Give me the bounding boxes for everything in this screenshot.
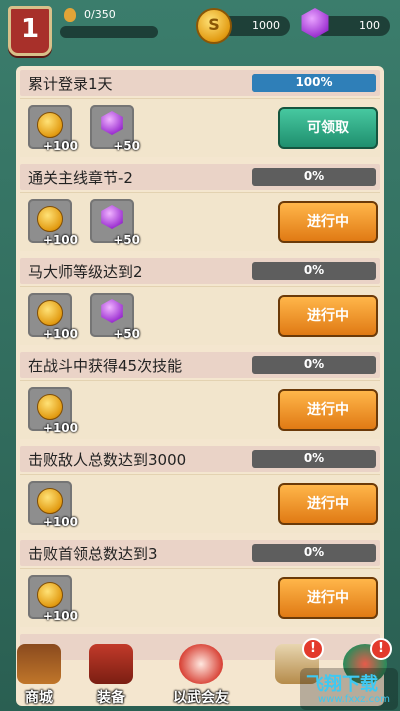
task-title: 击败敌人总数达到3000 [28,451,187,469]
xp-counter: 0/350 [84,8,116,21]
watermark: 飞翔下载 www.fxxz.com [300,668,398,710]
gem-icon [101,111,123,135]
task-progress-text: 0% [303,357,325,371]
task-header: 击败敌人总数达到3000 0% [20,446,380,472]
reward-slot[interactable]: +100 [28,293,78,341]
reward-slot[interactable]: +100 [28,575,78,623]
task-header: 在战斗中获得45次技能 0% [20,352,380,378]
in-progress-button[interactable]: 进行中 [278,483,378,525]
reward-amount: +100 [42,421,78,435]
task-body: +100 +50 可领取 [20,98,380,157]
task-body: +100 进行中 [20,474,380,533]
task-progress-text: 0% [303,263,325,277]
in-progress-button[interactable]: 进行中 [278,389,378,431]
task-progress-text: 100% [295,75,333,89]
reward-slot[interactable]: +50 [90,105,140,153]
task-card: 击败敌人总数达到3000 0% +100 进行中 [20,446,380,534]
gold-counter[interactable]: S 1000 [196,8,290,44]
task-progress-bar: 0% [252,262,376,280]
nav-label: 以武会友 [173,690,229,706]
martial-friends-icon [179,644,223,684]
nav-label: 装备 [97,690,125,706]
task-progress-bar: 0% [252,356,376,374]
claim-button[interactable]: 可领取 [278,107,378,149]
task-progress-text: 0% [303,169,325,183]
task-title: 累计登录1天 [28,75,113,93]
task-progress-bar: 0% [252,450,376,468]
coin-icon [37,582,63,608]
coin-icon [37,394,63,420]
task-body: +100 进行中 [20,380,380,439]
task-title: 通关主线章节-2 [28,169,133,187]
reward-amount: +100 [42,139,78,153]
task-title: 击败首领总数达到3 [28,545,158,563]
reward-amount: +100 [42,515,78,529]
task-header: 累计登录1天 100% [20,70,380,96]
reward-amount: +100 [42,233,78,247]
watermark-url: www.fxxz.com [318,694,390,705]
player-level-badge[interactable]: 1 [8,6,52,56]
coin-icon [37,206,63,232]
reward-amount: +50 [113,327,140,341]
notification-badge: ! [302,638,324,660]
coin-icon [37,300,63,326]
gem-icon [101,299,123,323]
reward-slot[interactable]: +100 [28,481,78,529]
equipment-icon [89,644,133,684]
gold-coin-icon: S [196,8,232,44]
task-card: 在战斗中获得45次技能 0% +100 进行中 [20,352,380,440]
notification-badge: ! [370,638,392,660]
gem-amount: 100 [359,19,380,32]
task-list-panel[interactable]: 累计登录1天 100% +100 +50 可领取 通关主线章节-2 0% +10… [16,66,384,706]
task-card: 击败首领总数达到3 0% +100 进行中 [20,540,380,628]
task-body: +100 +50 进行中 [20,286,380,345]
nav-martial-friends[interactable]: 以武会友 [166,642,236,708]
task-header: 通关主线章节-2 0% [20,164,380,190]
task-progress-bar: 0% [252,168,376,186]
watermark-logo: 飞翔下载 [306,674,378,695]
reward-amount: +50 [113,139,140,153]
task-progress-text: 0% [303,451,325,465]
xp-bag-icon [64,8,76,22]
task-header: 马大师等级达到2 0% [20,258,380,284]
reward-slot[interactable]: +100 [28,105,78,153]
task-progress-bar: 0% [252,544,376,562]
top-bar: 1 0/350 S 1000 100 [0,0,400,56]
gold-amount: 1000 [252,19,280,32]
task-body: +100 +50 进行中 [20,192,380,251]
in-progress-button[interactable]: 进行中 [278,295,378,337]
reward-slot[interactable]: +100 [28,199,78,247]
nav-shop[interactable]: 商城 [4,642,74,708]
task-title: 在战斗中获得45次技能 [28,357,183,375]
gem-icon [101,205,123,229]
nav-equipment[interactable]: 装备 [76,642,146,708]
coin-icon [37,488,63,514]
reward-amount: +50 [113,233,140,247]
coin-icon [37,112,63,138]
shop-icon [17,644,61,684]
gem-counter[interactable]: 100 [301,8,390,38]
in-progress-button[interactable]: 进行中 [278,201,378,243]
task-card: 累计登录1天 100% +100 +50 可领取 [20,70,380,158]
gem-icon [301,8,329,38]
reward-slot[interactable]: +100 [28,387,78,435]
xp-progress-bar [60,26,158,38]
task-title: 马大师等级达到2 [28,263,143,281]
task-header: 击败首领总数达到3 0% [20,540,380,566]
nav-label: 商城 [25,690,53,706]
task-progress-bar: 100% [252,74,376,92]
task-card: 马大师等级达到2 0% +100 +50 进行中 [20,258,380,346]
task-card: 通关主线章节-2 0% +100 +50 进行中 [20,164,380,252]
reward-amount: +100 [42,609,78,623]
in-progress-button[interactable]: 进行中 [278,577,378,619]
reward-amount: +100 [42,327,78,341]
task-progress-text: 0% [303,545,325,559]
task-body: +100 进行中 [20,568,380,627]
reward-slot[interactable]: +50 [90,199,140,247]
reward-slot[interactable]: +50 [90,293,140,341]
